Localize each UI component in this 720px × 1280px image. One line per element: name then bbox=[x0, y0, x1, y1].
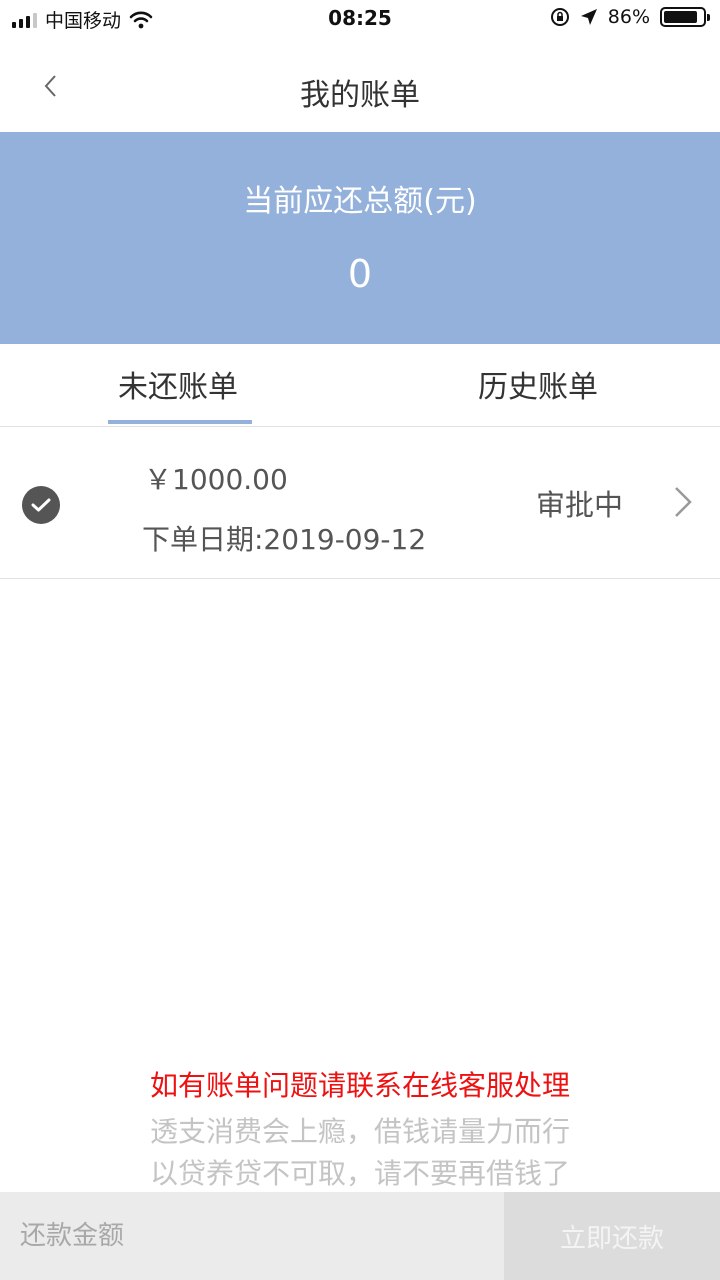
battery-icon bbox=[660, 7, 710, 27]
summary-banner: 当前应还总额(元) 0 bbox=[0, 132, 720, 344]
summary-label: 当前应还总额(元) bbox=[243, 184, 477, 219]
bill-status: 审批中 bbox=[536, 488, 624, 522]
page-title: 我的账单 bbox=[300, 78, 420, 113]
tab-unpaid-bills[interactable]: 未还账单 bbox=[118, 362, 238, 406]
tab-history-bills[interactable]: 历史账单 bbox=[478, 362, 598, 406]
summary-amount: 0 bbox=[347, 252, 373, 296]
battery-percent: 86% bbox=[607, 6, 650, 28]
check-circle-icon bbox=[22, 486, 60, 524]
status-bar: 中国移动 08:25 86% bbox=[0, 0, 720, 40]
borrowing-warning-1: 透支消费会上瘾，借钱请量力而行 bbox=[149, 1115, 570, 1148]
bill-amount: ￥1000.00 bbox=[144, 463, 288, 496]
bill-tabs: 未还账单 历史账单 bbox=[0, 344, 720, 427]
bill-list-item[interactable]: ￥1000.00 下单日期:2019-09-12 审批中 bbox=[0, 426, 720, 579]
status-right: 86% bbox=[550, 6, 710, 28]
customer-service-notice: 如有账单问题请联系在线客服处理 bbox=[149, 1069, 570, 1102]
active-tab-indicator bbox=[108, 420, 252, 424]
nav-bar: 我的账单 bbox=[0, 40, 720, 132]
repay-bar: 立即还款 bbox=[0, 1192, 720, 1280]
rotation-lock-icon bbox=[550, 8, 569, 26]
location-arrow-icon bbox=[580, 9, 597, 25]
repay-now-button[interactable]: 立即还款 bbox=[504, 1192, 720, 1280]
borrowing-warning-2: 以贷养贷不可取，请不要再借钱了 bbox=[149, 1157, 570, 1190]
bill-order-date: 下单日期:2019-09-12 bbox=[142, 523, 427, 556]
repay-amount-input[interactable] bbox=[0, 1192, 504, 1280]
chevron-right-icon bbox=[675, 487, 692, 517]
